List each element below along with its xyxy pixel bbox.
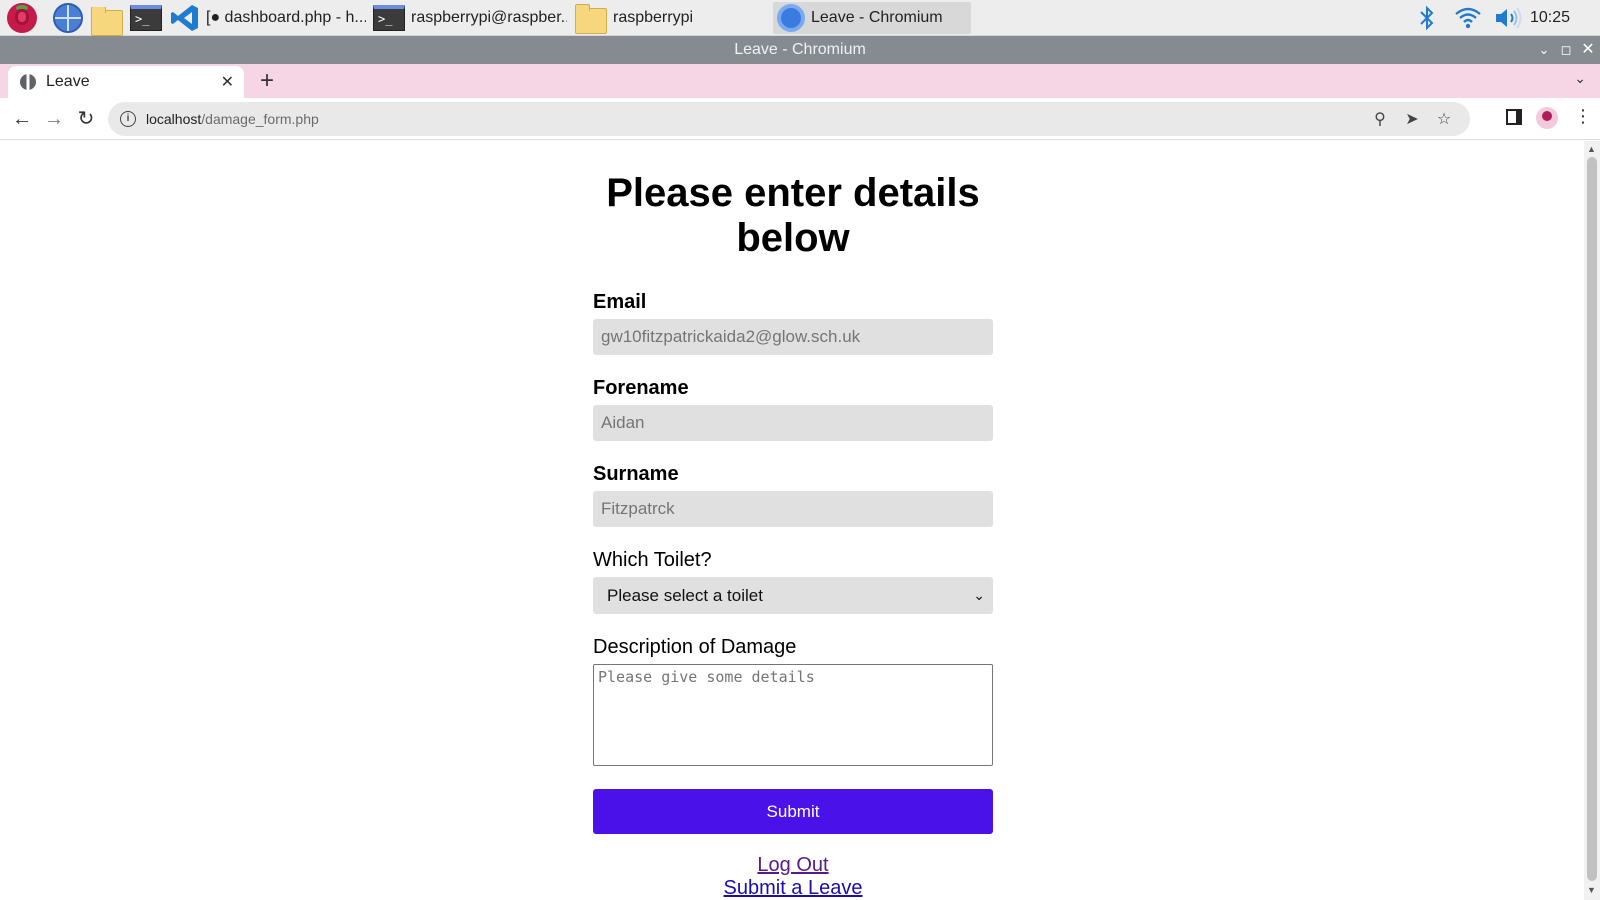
- surname-field[interactable]: Fitzpatrck: [593, 491, 993, 527]
- terminal-icon: >_: [373, 5, 405, 31]
- vscode-icon: [171, 5, 198, 31]
- page-content: Please enter details below Email gw10fit…: [0, 141, 1584, 900]
- minimize-icon[interactable]: ⌄: [1534, 36, 1554, 64]
- scroll-up-icon[interactable]: ▲: [1587, 144, 1596, 154]
- page-title: Please enter details below: [606, 171, 980, 260]
- toilet-select-value: Please select a toilet: [607, 586, 763, 605]
- taskbar-window-vscode[interactable]: [● dashboard.php - h...: [170, 2, 366, 34]
- toilet-label: Which Toilet?: [593, 549, 712, 571]
- chromium-icon: [777, 4, 805, 32]
- description-textarea[interactable]: Please give some details: [593, 664, 993, 766]
- forename-field[interactable]: Aidan: [593, 405, 993, 441]
- window-title-bar[interactable]: Leave - Chromium ⌄ ◻ ✕: [0, 36, 1600, 64]
- tab-search-chevron-icon[interactable]: ⌄: [1574, 70, 1586, 87]
- bluetooth-tray[interactable]: [1418, 0, 1436, 36]
- taskbar-window-label: raspberrypi@raspber...: [411, 9, 567, 26]
- folder-icon: [575, 3, 607, 34]
- description-label: Description of Damage: [593, 636, 797, 658]
- damage-form: Please enter details below Email gw10fit…: [593, 171, 993, 900]
- tab-leave[interactable]: Leave ✕: [8, 66, 244, 98]
- reload-icon[interactable]: ↻: [74, 107, 98, 131]
- email-field[interactable]: gw10fitzpatrickaida2@glow.sch.uk: [593, 319, 993, 355]
- scroll-down-icon[interactable]: ▼: [1587, 885, 1596, 895]
- email-label: Email: [593, 291, 647, 313]
- window-title: Leave - Chromium: [734, 41, 866, 58]
- volume-icon: [1496, 7, 1522, 29]
- url-path: /damage_form.php: [201, 111, 319, 127]
- bookmark-star-icon[interactable]: ☆: [1434, 109, 1454, 129]
- page-scrollbar[interactable]: ▲ ▼: [1584, 141, 1600, 900]
- taskbar-window-label: Leave - Chromium: [811, 9, 943, 26]
- new-tab-button[interactable]: +: [260, 67, 274, 95]
- submit-button[interactable]: Submit: [593, 789, 993, 834]
- url-host: localhost: [146, 111, 202, 127]
- profile-avatar[interactable]: [1536, 107, 1558, 129]
- address-bar[interactable]: i localhost/damage_form.php ⚲ ➤ ☆: [108, 102, 1470, 136]
- footer-links: Log Out Submit a Leave: [593, 854, 993, 900]
- forename-label: Forename: [593, 377, 689, 399]
- clock[interactable]: 10:25: [1530, 9, 1570, 27]
- taskbar-window-label: raspberrypi: [613, 9, 694, 26]
- taskbar-window-terminal[interactable]: >_ raspberrypi@raspber...: [373, 2, 567, 34]
- zoom-icon[interactable]: ⚲: [1370, 109, 1390, 129]
- send-icon[interactable]: ➤: [1402, 109, 1422, 129]
- terminal-icon: >_: [130, 5, 162, 31]
- tab-strip: Leave ✕ + ⌄: [0, 64, 1600, 98]
- close-tab-icon[interactable]: ✕: [221, 72, 234, 92]
- close-window-icon[interactable]: ✕: [1578, 36, 1598, 64]
- taskbar: >_ [● dashboard.php - h... >_ raspberryp…: [0, 0, 1600, 36]
- submit-leave-link[interactable]: Submit a Leave: [724, 877, 863, 900]
- menu-kebab-icon[interactable]: ⋮: [1574, 106, 1592, 127]
- volume-tray[interactable]: [1494, 0, 1524, 36]
- globe-icon: [20, 74, 36, 90]
- side-panel-icon[interactable]: [1506, 109, 1522, 125]
- file-manager-icon: [91, 7, 123, 36]
- surname-label: Surname: [593, 463, 679, 485]
- terminal-launcher[interactable]: >_: [130, 2, 162, 34]
- scrollbar-thumb[interactable]: [1587, 157, 1597, 881]
- chevron-down-icon: ⌄: [973, 587, 985, 603]
- file-manager-launcher[interactable]: [91, 7, 123, 39]
- back-arrow-icon[interactable]: ←: [10, 107, 34, 131]
- taskbar-window-label: [● dashboard.php - h...: [206, 9, 366, 26]
- wifi-tray[interactable]: [1454, 0, 1482, 36]
- toilet-select[interactable]: Please select a toilet ⌄: [593, 577, 993, 614]
- bluetooth-icon: [1420, 5, 1434, 31]
- raspberry-pi-menu-button[interactable]: [7, 2, 37, 34]
- web-browser-launcher[interactable]: [53, 2, 83, 34]
- raspberry-pi-menu-icon: [7, 3, 37, 33]
- forward-arrow-icon[interactable]: →: [42, 107, 66, 131]
- taskbar-window-chromium[interactable]: Leave - Chromium: [773, 2, 971, 34]
- web-browser-icon: [53, 3, 83, 33]
- wifi-icon: [1455, 7, 1481, 29]
- tab-title: Leave: [46, 73, 90, 90]
- logout-link[interactable]: Log Out: [757, 854, 828, 877]
- info-icon[interactable]: i: [120, 111, 136, 127]
- browser-toolbar: ← → ↻ i localhost/damage_form.php ⚲ ➤ ☆ …: [0, 98, 1600, 140]
- maximize-icon[interactable]: ◻: [1556, 36, 1576, 64]
- taskbar-window-file-manager[interactable]: raspberrypi: [575, 2, 755, 34]
